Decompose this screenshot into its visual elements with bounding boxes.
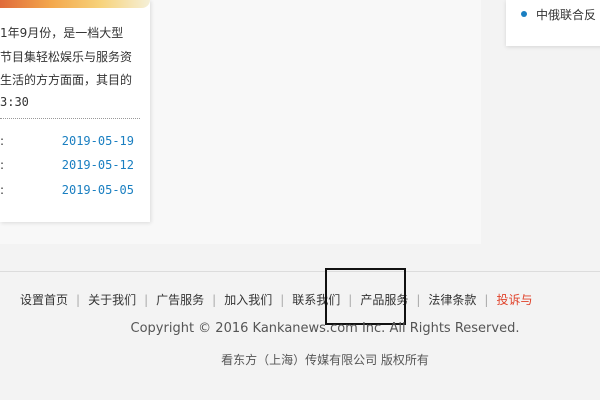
highlight-box xyxy=(325,268,406,325)
main-content-area: 1年9月份，是一档大型 节目集轻松娱乐与服务资 生活的方方面面，其目的 3:30… xyxy=(0,0,481,244)
footer-link-ads[interactable]: 广告服务 xyxy=(156,291,204,308)
footer-link-home[interactable]: 设置首页 xyxy=(20,291,68,308)
footer-separator: | xyxy=(484,293,489,307)
news-bullet: : xyxy=(0,134,5,148)
footer-separator: | xyxy=(76,293,81,307)
article-card: 1年9月份，是一档大型 节目集轻松娱乐与服务资 生活的方方面面，其目的 3:30… xyxy=(0,0,150,222)
footer-link-complaint[interactable]: 投诉与 xyxy=(496,291,532,308)
news-list-item[interactable]: : 2019-05-19 xyxy=(0,134,140,150)
news-bullet: : xyxy=(0,183,5,197)
news-list-item[interactable]: : 2019-05-05 xyxy=(0,183,140,199)
footer-link-about[interactable]: 关于我们 xyxy=(88,291,136,308)
card-banner-image xyxy=(0,0,150,8)
news-bullet: : xyxy=(0,158,5,172)
dotted-divider xyxy=(0,118,140,119)
news-date: 2019-05-19 xyxy=(61,134,134,148)
article-excerpt-line: 生活的方方面面，其目的 xyxy=(0,73,133,87)
news-date: 2019-05-05 xyxy=(61,183,134,197)
footer-separator: | xyxy=(212,293,217,307)
footer-nav: 设置首页 | 关于我们 | 广告服务 | 加入我们 | 联系我们 | 产品服务 | 法律条款 | 投诉与 xyxy=(20,291,532,309)
side-news-panel: 中俄联合反 xyxy=(506,0,600,46)
footer-separator: | xyxy=(416,293,421,307)
footer-link-join[interactable]: 加入我们 xyxy=(224,291,272,308)
side-news-link[interactable]: 中俄联合反 xyxy=(536,6,596,23)
article-excerpt-line: 1年9月份，是一档大型 xyxy=(0,26,124,40)
footer-divider xyxy=(0,271,600,272)
news-date: 2019-05-12 xyxy=(61,158,134,172)
footer-separator: | xyxy=(280,293,285,307)
footer-link-legal[interactable]: 法律条款 xyxy=(428,291,476,308)
company-text: 看东方（上海）传媒有限公司 版权所有 xyxy=(221,353,429,367)
footer-separator: | xyxy=(144,293,149,307)
copyright-text: Copyright © 2016 Kankanews.com Inc. All … xyxy=(130,321,520,336)
article-time: 3:30 xyxy=(0,95,29,109)
news-list-item[interactable]: : 2019-05-12 xyxy=(0,158,140,174)
bullet-dot-icon xyxy=(521,11,527,17)
article-excerpt-line: 节目集轻松娱乐与服务资 xyxy=(0,50,133,64)
